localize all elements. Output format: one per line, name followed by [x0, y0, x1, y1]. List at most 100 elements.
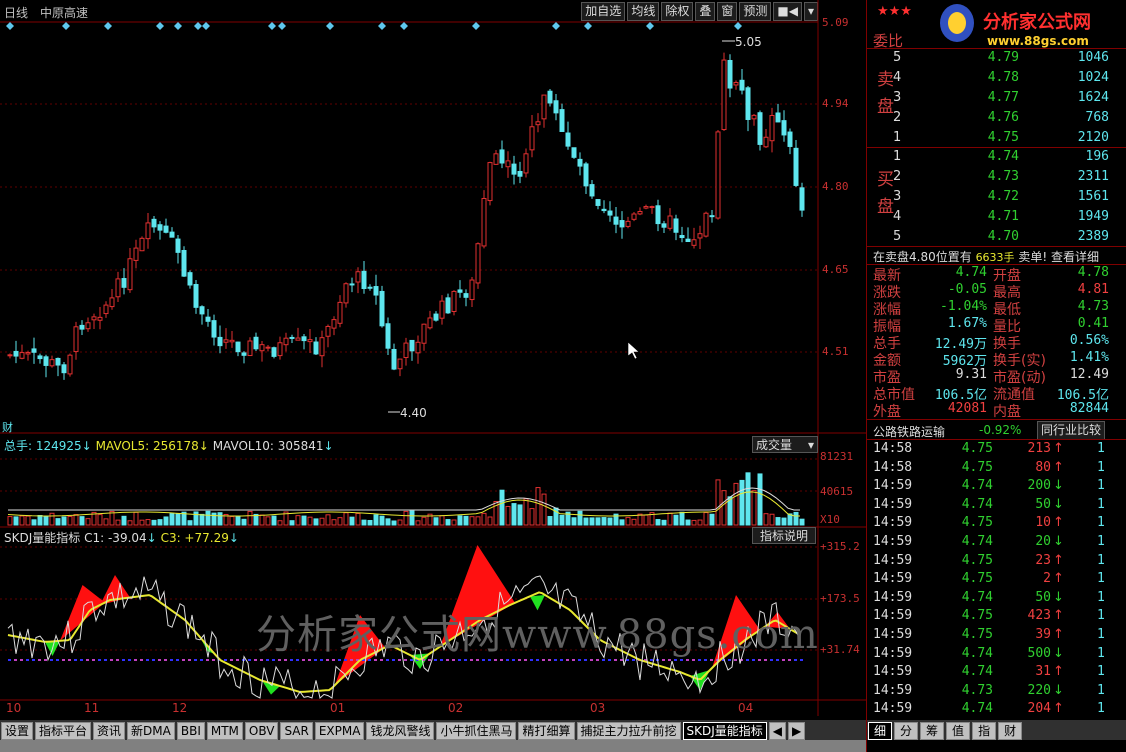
tick-price: 4.75: [961, 571, 993, 587]
tab-settings[interactable]: 设置: [1, 722, 34, 740]
quote-value: 9.31: [955, 367, 987, 382]
tick-count: 1: [1097, 608, 1105, 624]
indicator-c1: C1: -39.04: [84, 531, 147, 545]
tick-count: 1: [1097, 515, 1105, 531]
tab-finance[interactable]: 财: [998, 722, 1023, 740]
tick-count: 1: [1097, 645, 1105, 661]
arrow-up-icon: ↑: [1053, 701, 1064, 717]
quote-value: 4.81: [1077, 282, 1109, 297]
tab-chips[interactable]: 筹: [920, 722, 945, 740]
tick-time: 14:59: [873, 534, 913, 549]
volume-multiplier: X10: [820, 513, 840, 526]
tick-price: 4.75: [961, 441, 993, 456]
buy-level-volume: 2389: [1077, 229, 1109, 244]
sell-level-volume: 1046: [1077, 50, 1109, 65]
sector-name[interactable]: 公路铁路运输: [873, 423, 945, 440]
tick-price: 4.75: [961, 515, 993, 531]
grid-lines: [0, 21, 818, 651]
tick-time: 14:58: [873, 459, 913, 475]
tab-scroll-left-icon[interactable]: ◀: [768, 722, 787, 740]
arrow-down-icon: ↓: [1053, 496, 1064, 512]
price-tick: 4.80: [822, 180, 849, 193]
horizontal-scrollbar[interactable]: [0, 740, 866, 752]
indicator-legend: SKDJ量能指标 C1: -39.04↓ C3: +77.29↓: [4, 531, 239, 545]
quote-value: 1.41%: [1069, 350, 1109, 365]
sell-level-price[interactable]: 4.75: [937, 130, 1019, 145]
indicator-c3: C3: +77.29: [160, 531, 229, 545]
tab-xiaoniu[interactable]: 小牛抓住黑马: [436, 722, 517, 740]
tick-volume: 20: [1035, 534, 1051, 549]
tick-time: 14:58: [873, 441, 913, 456]
volume-dropdown-label: 成交量: [756, 438, 793, 452]
tick-count: 1: [1097, 664, 1105, 680]
tab-scroll-right-icon[interactable]: ▶: [788, 722, 806, 740]
tick-count: 1: [1097, 478, 1105, 494]
tab-news[interactable]: 资讯: [93, 722, 126, 740]
big-order-notice[interactable]: 在卖盘4.80位置有 6633手 卖单! 查看详细: [873, 248, 1099, 265]
tick-time: 14:59: [873, 645, 913, 661]
indicator-name: SKDJ量能指标: [4, 531, 81, 545]
date-tick: 12: [172, 701, 188, 715]
tick-volume: 10: [1035, 515, 1051, 531]
buy-level-index: 1: [893, 149, 902, 164]
tick-time: 14:59: [873, 496, 913, 512]
price-tick: 5.09: [822, 16, 849, 29]
sell-level-price[interactable]: 4.78: [937, 70, 1019, 85]
quote-value: 82844: [1069, 401, 1109, 416]
sell-level-price[interactable]: 4.76: [937, 110, 1019, 125]
date-tick: 04: [738, 701, 754, 715]
notice-action[interactable]: 卖单! 查看详细: [1018, 250, 1099, 264]
tab-jingda[interactable]: 精打细算: [518, 722, 575, 740]
tab-index[interactable]: 指: [972, 722, 997, 740]
volume-tick: 81231: [820, 450, 854, 463]
tick-price: 4.74: [961, 534, 993, 549]
sector-compare-button[interactable]: 同行业比较: [1037, 421, 1106, 440]
indicator-tick: +31.74: [820, 643, 860, 656]
tab-expma[interactable]: EXPMA: [314, 722, 365, 740]
indicator-help-button[interactable]: 指标说明: [752, 527, 816, 544]
sell-level-price[interactable]: 4.79: [937, 50, 1019, 65]
tab-mtm[interactable]: MTM: [206, 722, 243, 740]
arrow-up-icon: ↑: [1053, 664, 1064, 680]
tick-count: 1: [1097, 552, 1105, 568]
finance-marker[interactable]: 财: [2, 419, 13, 435]
buy-level-price[interactable]: 4.74: [937, 149, 1019, 164]
watermark: 分析家公式网www.88gs.com: [256, 612, 819, 658]
tick-price: 4.73: [961, 682, 993, 698]
volume-indicator-dropdown[interactable]: 成交量 ▾: [752, 436, 818, 453]
sell-level-volume: 1624: [1077, 90, 1109, 105]
tab-indicator-platform[interactable]: 指标平台: [35, 722, 92, 740]
tick-count: 1: [1097, 627, 1105, 642]
tick-count: 1: [1097, 682, 1105, 698]
tick-volume: 50: [1035, 496, 1051, 512]
tick-time: 14:59: [873, 664, 913, 680]
quote-key: 内盘: [993, 404, 1021, 420]
buy-level-price[interactable]: 4.71: [937, 209, 1019, 224]
tick-count: 1: [1097, 496, 1105, 512]
tab-detail[interactable]: 细: [868, 722, 893, 740]
tab-buzhuo[interactable]: 捕捉主力拉升前挖: [576, 722, 681, 740]
tab-sar[interactable]: SAR: [280, 722, 313, 740]
arrow-up-icon: ↑: [1053, 515, 1064, 531]
tab-obv[interactable]: OBV: [244, 722, 279, 740]
sell-level-price[interactable]: 4.77: [937, 90, 1019, 105]
candlestick-series: [7, 52, 805, 380]
date-tick: 03: [590, 701, 606, 715]
date-axis: 10 11 12 01 02 03 04: [0, 700, 818, 716]
tab-minute[interactable]: 分: [894, 722, 919, 740]
buy-level-volume: 1949: [1077, 209, 1109, 224]
tab-qianlong[interactable]: 钱龙风警线: [366, 722, 435, 740]
quote-value: 4.73: [1077, 299, 1109, 314]
tab-new-dma[interactable]: 新DMA: [127, 722, 175, 740]
buy-level-price[interactable]: 4.70: [937, 229, 1019, 244]
buy-level-index: 5: [893, 229, 902, 244]
tab-bbi[interactable]: BBI: [176, 722, 205, 740]
sell-side-label: 卖盘: [873, 70, 893, 124]
tick-price: 4.75: [961, 552, 993, 568]
tick-time: 14:59: [873, 627, 913, 642]
buy-level-price[interactable]: 4.72: [937, 189, 1019, 204]
tab-value[interactable]: 值: [946, 722, 971, 740]
buy-level-price[interactable]: 4.73: [937, 169, 1019, 184]
tab-skdj[interactable]: SKDJ量能指标: [682, 722, 767, 740]
tick-volume: 423: [1027, 608, 1051, 624]
